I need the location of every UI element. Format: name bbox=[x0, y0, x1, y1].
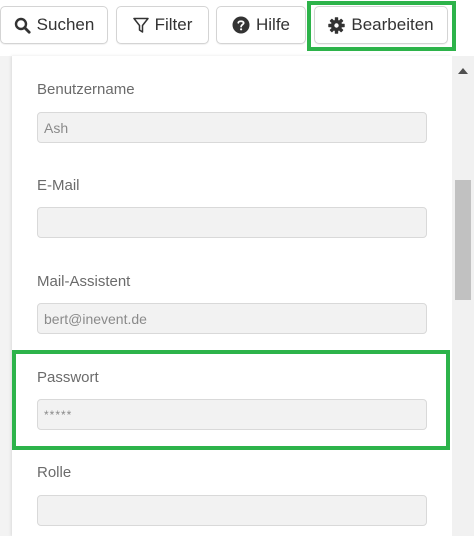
search-button[interactable]: Suchen bbox=[0, 6, 108, 44]
question-circle-icon bbox=[232, 16, 250, 34]
toolbar: Suchen Filter Hilfe Bearbeiten bbox=[0, 0, 474, 56]
scroll-up-button[interactable] bbox=[452, 62, 474, 78]
role-field[interactable] bbox=[37, 495, 427, 526]
password-field[interactable] bbox=[37, 399, 427, 430]
background-strip bbox=[0, 46, 12, 536]
filter-icon bbox=[132, 17, 149, 34]
role-label: Rolle bbox=[37, 464, 72, 481]
search-icon bbox=[14, 17, 31, 34]
username-field[interactable] bbox=[37, 112, 427, 143]
email-field[interactable] bbox=[37, 207, 427, 238]
filter-button[interactable]: Filter bbox=[116, 6, 209, 44]
password-label: Passwort bbox=[37, 369, 99, 386]
page: Suchen Filter Hilfe Bearbeiten Benutzern… bbox=[0, 0, 474, 536]
username-label: Benutzername bbox=[37, 81, 135, 98]
mail-assistant-field[interactable] bbox=[37, 303, 427, 334]
search-button-label: Suchen bbox=[36, 15, 95, 34]
scrollbar[interactable] bbox=[452, 56, 474, 536]
edit-button-label: Bearbeiten bbox=[351, 15, 434, 34]
user-form-panel: Benutzername E-Mail Mail-Assistent Passw… bbox=[12, 56, 452, 536]
gear-icon bbox=[328, 16, 346, 34]
edit-button[interactable]: Bearbeiten bbox=[314, 6, 448, 44]
email-label: E-Mail bbox=[37, 177, 80, 194]
filter-button-label: Filter bbox=[154, 15, 193, 34]
triangle-up-icon bbox=[458, 61, 468, 79]
mail-assistant-label: Mail-Assistent bbox=[37, 273, 131, 290]
help-button[interactable]: Hilfe bbox=[216, 6, 306, 44]
scrollbar-thumb[interactable] bbox=[455, 180, 471, 300]
help-button-label: Hilfe bbox=[255, 15, 290, 34]
